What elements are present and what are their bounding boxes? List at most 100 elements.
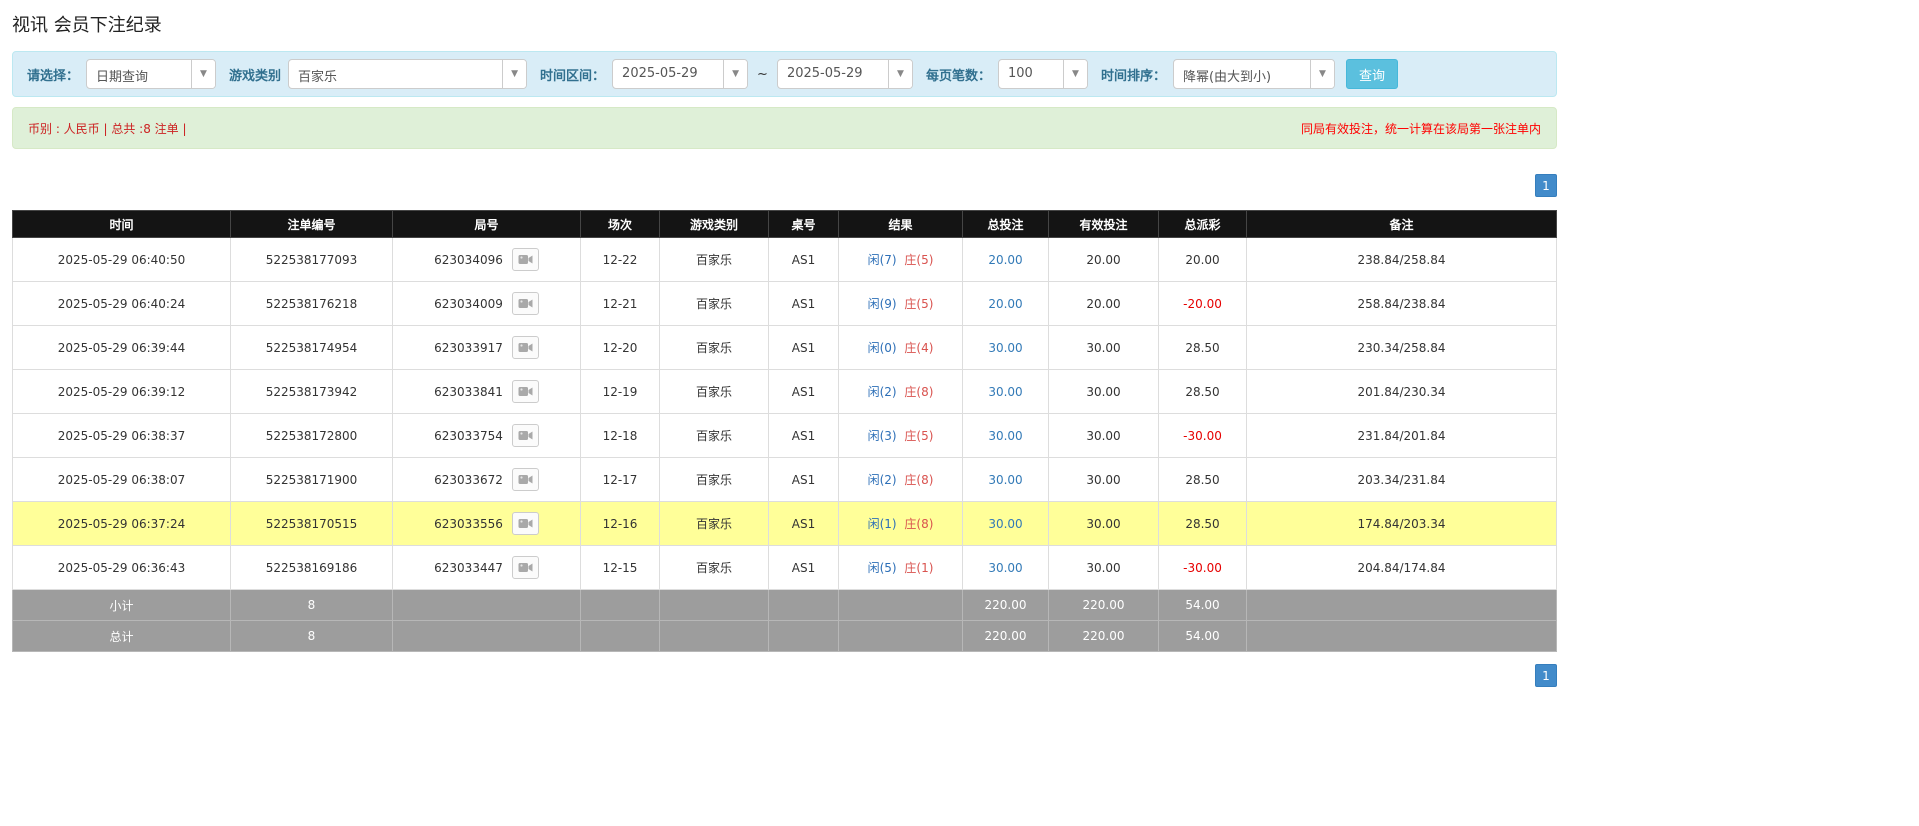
total-total-bet: 220.00 xyxy=(963,621,1049,652)
col-game-type: 游戏类别 xyxy=(660,211,769,238)
cell-valid-bet: 30.00 xyxy=(1049,502,1159,546)
table-row: 2025-05-29 06:38:37 522538172800 6230337… xyxy=(13,414,1557,458)
total-bet-link[interactable]: 30.00 xyxy=(988,341,1022,355)
cell-result: 闲(2) 庄(8) xyxy=(839,370,963,414)
cell-bet-id: 522538173942 xyxy=(231,370,393,414)
date-to-dropdown[interactable]: 2025-05-29 ▼ xyxy=(777,59,913,89)
cell-bet-id: 522538174954 xyxy=(231,326,393,370)
subtotal-valid-bet: 220.00 xyxy=(1049,590,1159,621)
round-video-button[interactable] xyxy=(512,292,539,315)
total-bet-link[interactable]: 20.00 xyxy=(988,253,1022,267)
game-type-dropdown[interactable]: 百家乐 ▼ xyxy=(288,59,527,89)
chevron-down-icon[interactable]: ▼ xyxy=(888,60,912,88)
cell-payout: 28.50 xyxy=(1159,326,1247,370)
chevron-down-icon[interactable]: ▼ xyxy=(191,60,215,88)
chevron-down-icon[interactable]: ▼ xyxy=(1310,60,1334,88)
main-container: 视讯 会员下注纪录 请选择： 日期查询 ▼ 游戏类别 百家乐 ▼ 时间区间： 2… xyxy=(12,0,1557,687)
col-session: 场次 xyxy=(581,211,660,238)
result-banker: 庄(5) xyxy=(904,297,933,311)
cell-result: 闲(5) 庄(1) xyxy=(839,546,963,590)
cell-result: 闲(1) 庄(8) xyxy=(839,502,963,546)
date-from-dropdown[interactable]: 2025-05-29 ▼ xyxy=(612,59,748,89)
date-range-tilde: ~ xyxy=(755,67,770,82)
col-valid-bet: 有效投注 xyxy=(1049,211,1159,238)
cell-valid-bet: 30.00 xyxy=(1049,546,1159,590)
result-banker: 庄(8) xyxy=(904,473,933,487)
round-video-button[interactable] xyxy=(512,380,539,403)
round-video-button[interactable] xyxy=(512,468,539,491)
total-label: 总计 xyxy=(13,621,231,652)
col-remark: 备注 xyxy=(1247,211,1557,238)
table-row: 2025-05-29 06:37:24 522538170515 6230335… xyxy=(13,502,1557,546)
round-video-button[interactable] xyxy=(512,424,539,447)
query-type-value: 日期查询 xyxy=(87,60,191,88)
cell-remark: 203.34/231.84 xyxy=(1247,458,1557,502)
cell-valid-bet: 30.00 xyxy=(1049,326,1159,370)
cell-round-id: 623033556 xyxy=(393,502,581,546)
date-range-label: 时间区间： xyxy=(540,65,605,84)
cell-session: 12-21 xyxy=(581,282,660,326)
page-button-1[interactable]: 1 xyxy=(1535,174,1557,197)
sort-order-dropdown[interactable]: 降幂(由大到小) ▼ xyxy=(1173,59,1335,89)
subtotal-label: 小计 xyxy=(13,590,231,621)
total-bet-link[interactable]: 30.00 xyxy=(988,517,1022,531)
total-bet-link[interactable]: 30.00 xyxy=(988,561,1022,575)
table-row: 2025-05-29 06:36:43 522538169186 6230334… xyxy=(13,546,1557,590)
total-bet-link[interactable]: 20.00 xyxy=(988,297,1022,311)
subtotal-payout: 54.00 xyxy=(1159,590,1247,621)
round-id-text: 623033672 xyxy=(434,473,503,487)
table-row: 2025-05-29 06:40:50 522538177093 6230340… xyxy=(13,238,1557,282)
subtotal-count: 8 xyxy=(231,590,393,621)
game-type-label: 游戏类别 xyxy=(229,65,281,84)
valid-bet-note: 同局有效投注，统一计算在该局第一张注单内 xyxy=(1301,120,1541,137)
cell-table-no: AS1 xyxy=(769,458,839,502)
cell-valid-bet: 30.00 xyxy=(1049,458,1159,502)
cell-bet-id: 522538177093 xyxy=(231,238,393,282)
video-camera-icon xyxy=(518,518,533,529)
cell-valid-bet: 30.00 xyxy=(1049,414,1159,458)
search-button[interactable]: 查询 xyxy=(1346,59,1398,89)
page-size-dropdown[interactable]: 100 ▼ xyxy=(998,59,1088,89)
cell-payout: 28.50 xyxy=(1159,458,1247,502)
cell-table-no: AS1 xyxy=(769,238,839,282)
cell-time: 2025-05-29 06:39:44 xyxy=(13,326,231,370)
cell-session: 12-18 xyxy=(581,414,660,458)
total-bet-link[interactable]: 30.00 xyxy=(988,473,1022,487)
total-bet-link[interactable]: 30.00 xyxy=(988,429,1022,443)
game-type-value: 百家乐 xyxy=(289,60,502,88)
table-body: 2025-05-29 06:40:50 522538177093 6230340… xyxy=(13,238,1557,590)
round-video-button[interactable] xyxy=(512,512,539,535)
total-payout: 54.00 xyxy=(1159,621,1247,652)
pagination-bottom: 1 xyxy=(12,664,1557,687)
cell-bet-id: 522538176218 xyxy=(231,282,393,326)
cell-table-no: AS1 xyxy=(769,502,839,546)
round-video-button[interactable] xyxy=(512,556,539,579)
cell-payout: 28.50 xyxy=(1159,370,1247,414)
cell-game-type: 百家乐 xyxy=(660,414,769,458)
cell-total-bet: 30.00 xyxy=(963,502,1049,546)
cell-payout: 20.00 xyxy=(1159,238,1247,282)
col-table-no: 桌号 xyxy=(769,211,839,238)
chevron-down-icon[interactable]: ▼ xyxy=(723,60,747,88)
query-type-dropdown[interactable]: 日期查询 ▼ xyxy=(86,59,216,89)
round-video-button[interactable] xyxy=(512,248,539,271)
select-type-label: 请选择： xyxy=(27,65,79,84)
result-player: 闲(2) xyxy=(868,473,897,487)
table-row: 2025-05-29 06:38:07 522538171900 6230336… xyxy=(13,458,1557,502)
chevron-down-icon[interactable]: ▼ xyxy=(502,60,526,88)
cell-table-no: AS1 xyxy=(769,370,839,414)
cell-total-bet: 30.00 xyxy=(963,370,1049,414)
cell-round-id: 623033672 xyxy=(393,458,581,502)
page-button-1[interactable]: 1 xyxy=(1535,664,1557,687)
cell-table-no: AS1 xyxy=(769,414,839,458)
result-player: 闲(7) xyxy=(868,253,897,267)
col-bet-id: 注单编号 xyxy=(231,211,393,238)
cell-result: 闲(2) 庄(8) xyxy=(839,458,963,502)
round-video-button[interactable] xyxy=(512,336,539,359)
cell-remark: 204.84/174.84 xyxy=(1247,546,1557,590)
chevron-down-icon[interactable]: ▼ xyxy=(1063,60,1087,88)
cell-time: 2025-05-29 06:40:24 xyxy=(13,282,231,326)
total-bet-link[interactable]: 30.00 xyxy=(988,385,1022,399)
cell-session: 12-19 xyxy=(581,370,660,414)
cell-time: 2025-05-29 06:37:24 xyxy=(13,502,231,546)
